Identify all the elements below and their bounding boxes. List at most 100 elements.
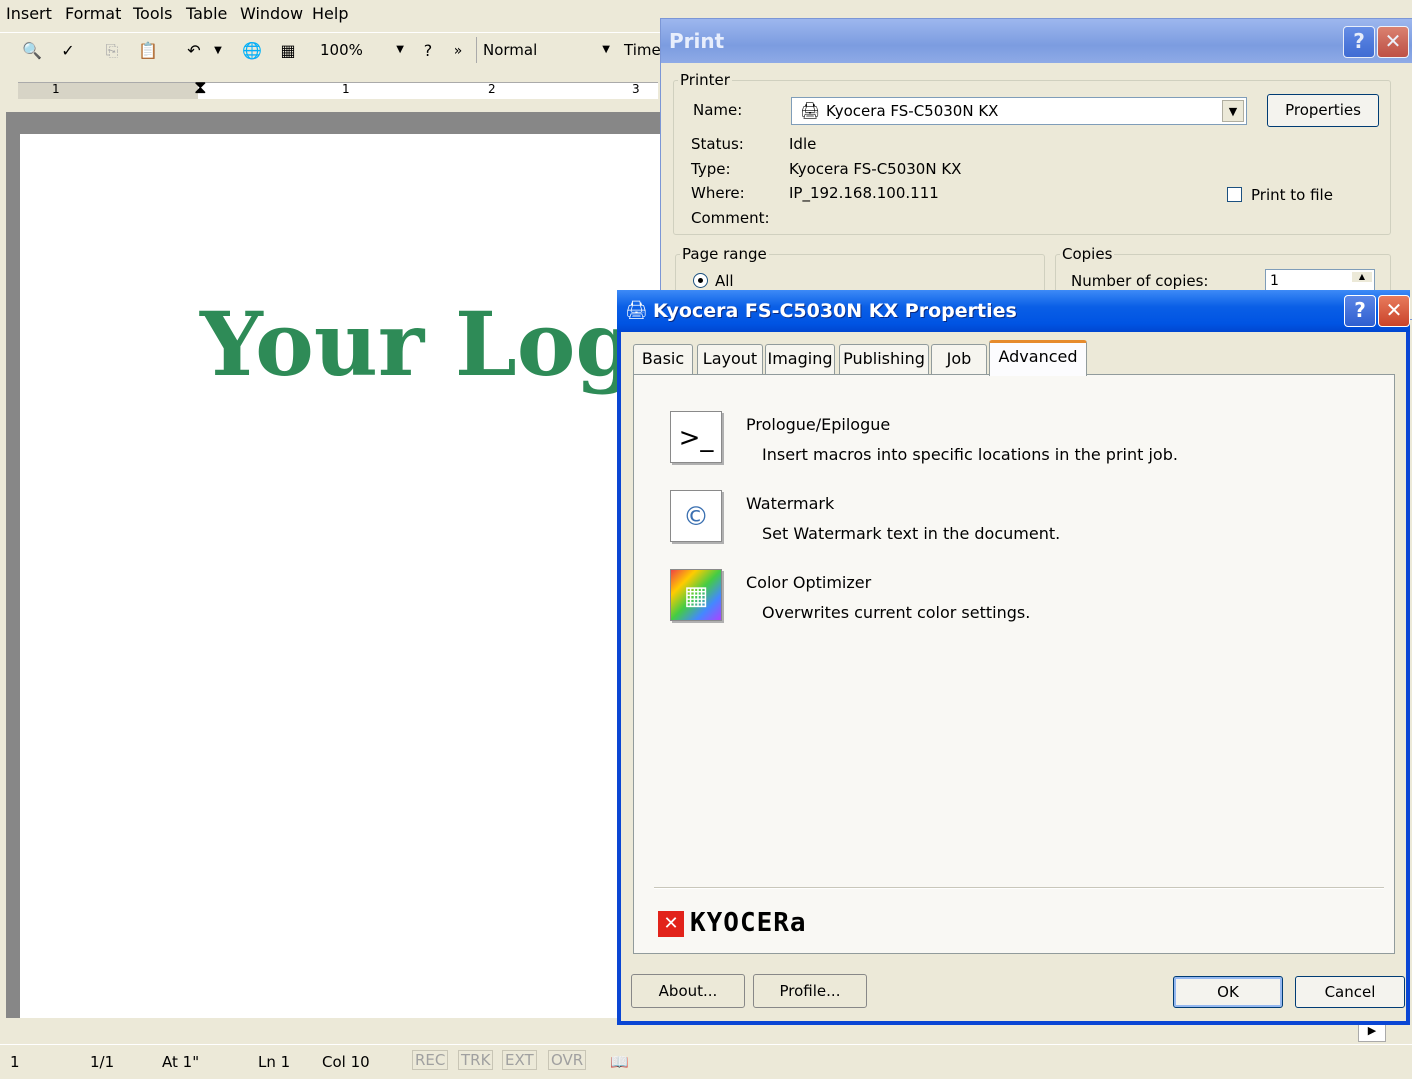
spelling-status-icon[interactable]: 📖 xyxy=(610,1053,629,1071)
print-dialog-title: Print xyxy=(669,29,725,53)
web-toolbar-icon[interactable]: 🌐 xyxy=(240,39,264,63)
ok-button[interactable]: OK xyxy=(1173,976,1283,1008)
insert-table-icon[interactable]: ▦ xyxy=(276,39,300,63)
where-label: Where: xyxy=(691,184,745,202)
close-icon[interactable]: ✕ xyxy=(1377,26,1409,58)
color-optimizer-icon[interactable]: ▦ xyxy=(670,569,722,621)
printer-name-select[interactable]: 🖨 Kyocera FS-C5030N KX ▼ xyxy=(791,97,1247,125)
chevron-down-icon: ▼ xyxy=(602,44,610,55)
tab-job[interactable]: Job xyxy=(931,344,987,374)
ruler-margin xyxy=(18,83,198,99)
print-to-file-label[interactable]: Print to file xyxy=(1251,186,1333,204)
comment-label: Comment: xyxy=(691,209,770,227)
ruler-scale: 1 ⧗ 1 2 3 xyxy=(18,77,658,99)
tab-layout[interactable]: Layout xyxy=(697,344,763,374)
tab-advanced[interactable]: Advanced xyxy=(989,340,1087,376)
close-icon[interactable]: ✕ xyxy=(1378,295,1410,327)
tab-publishing[interactable]: Publishing xyxy=(839,344,929,374)
status-bar: 1 1/1 At 1" Ln 1 Col 10 REC TRK EXT OVR … xyxy=(0,1044,1412,1079)
properties-title: Kyocera FS-C5030N KX Properties xyxy=(653,300,1017,322)
paste-icon[interactable]: 📋 xyxy=(136,39,160,63)
help-assistant-icon[interactable]: ? xyxy=(416,39,440,63)
menu-table[interactable]: Table xyxy=(186,4,227,23)
properties-button[interactable]: Properties xyxy=(1267,94,1379,127)
status-page: 1 xyxy=(10,1053,20,1071)
copies-label: Number of copies: xyxy=(1071,272,1209,290)
watermark-icon[interactable]: © xyxy=(670,490,722,542)
font-select[interactable]: Times xyxy=(618,37,660,63)
watermark-title[interactable]: Watermark xyxy=(746,494,834,513)
print-dialog-titlebar[interactable]: Print ? ✕ xyxy=(661,19,1412,63)
tab-basic[interactable]: Basic xyxy=(633,344,693,374)
ruler-number: 2 xyxy=(488,82,496,96)
printer-properties-dialog: 🖨 Kyocera FS-C5030N KX Properties ? ✕ Ba… xyxy=(617,290,1410,1025)
status-ext[interactable]: EXT xyxy=(502,1050,537,1070)
properties-body: Basic Layout Imaging Publishing Job Adva… xyxy=(621,332,1406,1021)
status-pages: 1/1 xyxy=(90,1053,115,1071)
print-preview-icon[interactable]: 🔍 xyxy=(20,39,44,63)
ruler-number: 1 xyxy=(342,82,350,96)
horizontal-ruler: 1 ⧗ 1 2 3 xyxy=(0,72,660,110)
prologue-epilogue-title[interactable]: Prologue/Epilogue xyxy=(746,415,890,434)
where-value: IP_192.168.100.111 xyxy=(789,184,939,202)
undo-icon[interactable]: ↶ xyxy=(182,39,206,63)
document-page[interactable] xyxy=(20,134,660,1018)
menu-tools[interactable]: Tools xyxy=(133,4,172,23)
status-column: Col 10 xyxy=(322,1053,370,1071)
menu-window[interactable]: Window xyxy=(240,4,303,23)
all-radio[interactable] xyxy=(693,273,708,288)
about-button[interactable]: About... xyxy=(631,974,745,1008)
menu-insert[interactable]: Insert xyxy=(6,4,52,23)
status-trk[interactable]: TRK xyxy=(458,1050,494,1070)
status-at: At 1" xyxy=(162,1053,200,1071)
printer-icon: 🖨 xyxy=(800,101,821,120)
prologue-epilogue-icon[interactable]: >_ xyxy=(670,411,722,463)
page-range-label: Page range xyxy=(682,245,767,263)
printer-group-label: Printer xyxy=(680,71,730,89)
name-label: Name: xyxy=(693,101,743,119)
properties-titlebar[interactable]: 🖨 Kyocera FS-C5030N KX Properties ? ✕ xyxy=(617,290,1410,332)
cancel-button[interactable]: Cancel xyxy=(1295,976,1405,1008)
prologue-epilogue-desc: Insert macros into specific locations in… xyxy=(762,445,1178,464)
copies-value: 1 xyxy=(1270,273,1279,289)
chevron-down-icon[interactable]: ▼ xyxy=(1222,100,1244,122)
tab-imaging[interactable]: Imaging xyxy=(765,344,835,374)
kyocera-wordmark: KYOCERa xyxy=(690,908,807,938)
color-optimizer-title[interactable]: Color Optimizer xyxy=(746,573,871,592)
copy-icon[interactable]: ⎘ xyxy=(100,39,124,63)
zoom-value: 100% xyxy=(320,41,363,59)
print-to-file-checkbox[interactable] xyxy=(1227,187,1242,202)
undo-dropdown-icon[interactable]: ▼ xyxy=(206,39,230,63)
divider xyxy=(654,887,1384,889)
spelling-icon[interactable]: ✓ xyxy=(56,39,80,63)
standard-toolbar: 🔍 ✓ ⎘ 📋 ↶ ▼ 🌐 ▦ 100% ▼ ? » Normal ▼ Time… xyxy=(0,32,660,69)
style-select[interactable]: Normal ▼ xyxy=(476,37,616,63)
indent-marker-icon[interactable]: ⧗ xyxy=(194,77,207,98)
kyocera-mark-icon: ✕ xyxy=(658,911,684,937)
chevron-down-icon: ▼ xyxy=(396,44,404,55)
printer-icon: 🖨 xyxy=(625,300,648,321)
color-optimizer-desc: Overwrites current color settings. xyxy=(762,603,1031,622)
all-label[interactable]: All xyxy=(715,272,734,290)
printer-name-value: Kyocera FS-C5030N KX xyxy=(826,102,999,120)
status-line: Ln 1 xyxy=(258,1053,291,1071)
status-rec[interactable]: REC xyxy=(412,1050,449,1070)
help-icon[interactable]: ? xyxy=(1343,26,1375,58)
style-value: Normal xyxy=(483,41,538,59)
help-icon[interactable]: ? xyxy=(1344,295,1376,327)
profile-button[interactable]: Profile... xyxy=(753,974,867,1008)
menu-help[interactable]: Help xyxy=(312,4,348,23)
copies-group-label: Copies xyxy=(1062,245,1113,263)
print-dialog: Print ? ✕ Printer Name: 🖨 Kyocera FS-C50… xyxy=(660,18,1412,327)
zoom-box[interactable]: 100% ▼ xyxy=(314,37,408,63)
status-ovr[interactable]: OVR xyxy=(548,1050,587,1070)
status-value: Idle xyxy=(789,135,817,153)
watermark-desc: Set Watermark text in the document. xyxy=(762,524,1061,543)
spin-up-icon[interactable]: ▲ xyxy=(1352,272,1372,282)
menu-format[interactable]: Format xyxy=(65,4,121,23)
type-value: Kyocera FS-C5030N KX xyxy=(789,160,962,178)
ruler-number: 1 xyxy=(52,82,60,96)
font-value: Times xyxy=(624,41,660,59)
advanced-tab-panel: >_ Prologue/Epilogue Insert macros into … xyxy=(633,374,1395,954)
toolbar-options-icon[interactable]: » xyxy=(446,39,470,63)
